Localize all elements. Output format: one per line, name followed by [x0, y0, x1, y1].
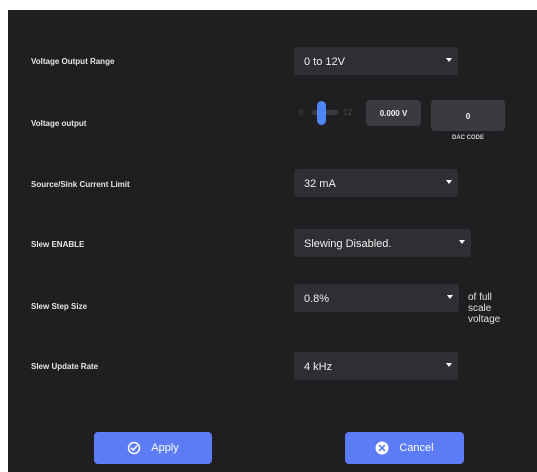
slew-step-select[interactable]: 0.8% [294, 284, 459, 312]
apply-button[interactable]: Apply [94, 432, 212, 464]
slew-step-value: 0.8% [304, 293, 330, 305]
close-circle-icon [375, 441, 389, 455]
slew-enable-select[interactable]: Slewing Disabled. [294, 229, 471, 257]
voltage-value-field[interactable]: 0.000 V [366, 100, 421, 126]
caret-down-icon [446, 58, 452, 62]
dac-code-caption: DAC CODE [451, 135, 484, 141]
slew-enable-label: Slew ENABLE [31, 240, 85, 249]
current-limit-value: 32 mA [304, 178, 336, 190]
slider-thumb[interactable] [317, 101, 326, 125]
cancel-button[interactable]: Cancel [345, 432, 464, 464]
slew-enable-value: Slewing Disabled. [304, 238, 392, 250]
caret-down-icon [446, 180, 452, 184]
slew-rate-select[interactable]: 4 kHz [294, 352, 458, 380]
slew-step-note: of full scale voltage [468, 292, 501, 325]
slider-min-label: 0 [299, 108, 304, 117]
caret-down-icon [459, 240, 465, 244]
voltage-range-select[interactable]: 0 to 12V [294, 47, 458, 75]
voltage-range-value: 0 to 12V [304, 56, 345, 68]
slider-max-label: 12 [343, 108, 352, 117]
caret-down-icon [447, 295, 453, 299]
current-limit-label: Source/Sink Current Limit [31, 180, 130, 189]
slew-rate-label: Slew Update Rate [31, 362, 99, 371]
slew-step-label: Slew Step Size [31, 302, 88, 311]
voltage-output-label: Voltage output [31, 119, 87, 128]
check-circle-icon [127, 441, 141, 455]
caret-down-icon [446, 363, 452, 367]
voltage-slider[interactable] [310, 100, 340, 126]
apply-label: Apply [151, 442, 179, 454]
current-limit-select[interactable]: 32 mA [294, 169, 458, 197]
cancel-label: Cancel [399, 442, 434, 454]
settings-panel: Voltage Output Range 0 to 12V Voltage ou… [8, 10, 537, 472]
voltage-range-label: Voltage Output Range [31, 57, 115, 66]
slew-rate-value: 4 kHz [304, 361, 333, 373]
dac-code-field[interactable]: 0 [431, 100, 505, 131]
